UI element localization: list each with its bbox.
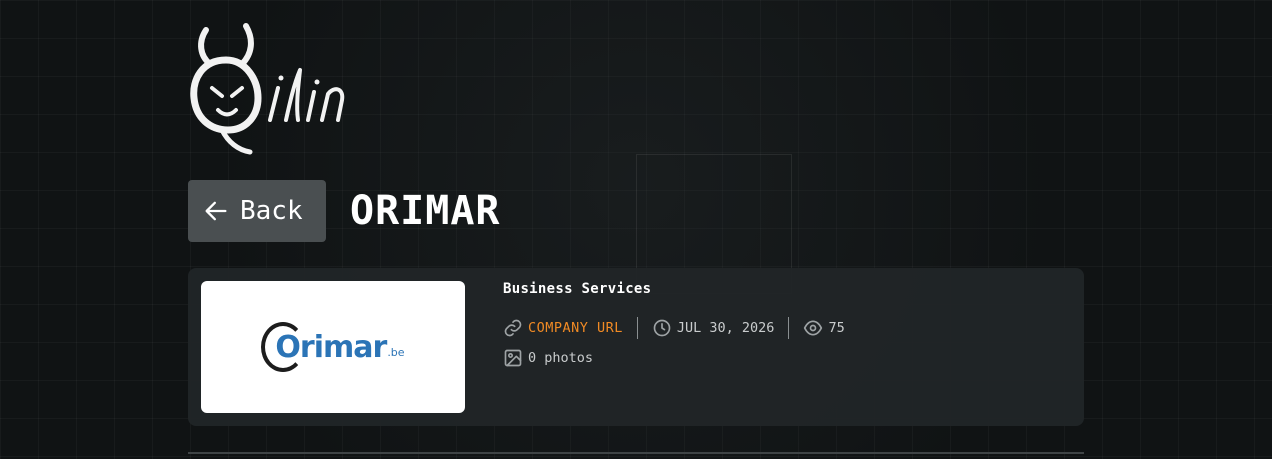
link-icon <box>504 319 522 337</box>
clock-icon <box>653 319 671 337</box>
photos-row: 0 photos <box>503 348 845 368</box>
company-card: Orimar .be Business Services COMPANY URL <box>188 268 1084 426</box>
date-item: JUL 30, 2026 <box>652 318 775 338</box>
arrow-left-icon <box>205 201 227 221</box>
qilin-logo <box>190 23 345 155</box>
photos-count: 0 photos <box>528 350 594 366</box>
separator <box>788 317 790 339</box>
meta-row: COMPANY URL JUL 30, 2026 75 <box>503 317 845 339</box>
views-count: 75 <box>828 320 845 336</box>
category-label: Business Services <box>503 281 652 297</box>
page-header: Back ORIMAR <box>188 180 501 242</box>
separator <box>636 317 638 339</box>
logo-tld: .be <box>387 345 405 359</box>
company-url-link[interactable]: COMPANY URL <box>503 318 623 338</box>
image-icon <box>504 349 522 367</box>
eye-icon <box>804 320 823 336</box>
back-button[interactable]: Back <box>188 180 326 242</box>
logo-text: Orimar <box>275 329 387 365</box>
company-image[interactable]: Orimar .be <box>201 281 465 413</box>
company-url-label: COMPANY URL <box>528 320 623 336</box>
date-label: JUL 30, 2026 <box>676 320 775 336</box>
company-info: Business Services COMPANY URL JUL 30, 20 <box>503 281 845 368</box>
company-logo: Orimar .be <box>261 322 405 372</box>
back-button-label: Back <box>240 196 303 226</box>
divider <box>188 452 1084 454</box>
views-item: 75 <box>803 318 845 338</box>
page-title: ORIMAR <box>350 188 501 234</box>
